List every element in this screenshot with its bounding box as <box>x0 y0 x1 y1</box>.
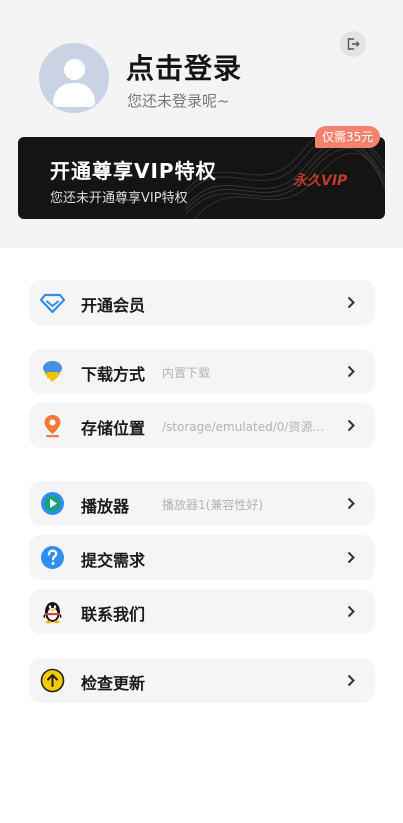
menu-label: 提交需求 <box>81 551 146 570</box>
menu-hint: 播放器1(兼容性好) <box>162 498 263 512</box>
vip-banner[interactable]: 开通尊享VIP特权 您还未开通尊享VIP特权 永久VIP <box>18 137 385 219</box>
menu-label: 联系我们 <box>81 605 146 624</box>
menu-item-contact[interactable]: 联系我们 <box>29 589 375 634</box>
question-icon <box>41 546 64 569</box>
menu-item-submit-request[interactable]: 提交需求 <box>29 535 375 580</box>
avatar-head-shape <box>64 59 85 80</box>
vip-subtitle: 您还未开通尊享VIP特权 <box>50 191 188 206</box>
chevron-right-icon <box>347 419 355 432</box>
menu-item-player[interactable]: 播放器 播放器1(兼容性好) <box>29 481 375 526</box>
login-subtitle: 您还未登录呢~ <box>127 92 230 110</box>
price-badge: 仅需35元 <box>315 126 381 148</box>
menu-label: 检查更新 <box>81 674 146 693</box>
logout-icon <box>347 38 360 50</box>
menu-item-check-update[interactable]: 检查更新 <box>29 658 375 703</box>
avatar[interactable] <box>39 43 109 113</box>
logout-button[interactable] <box>340 31 366 57</box>
menu-item-storage[interactable]: 存储位置 /storage/emulated/0/资源... <box>29 403 375 448</box>
menu-label: 存储位置 <box>81 419 146 438</box>
chevron-right-icon <box>347 365 355 378</box>
chevron-right-icon <box>347 497 355 510</box>
diamond-icon <box>40 293 65 314</box>
avatar-body-shape <box>53 83 95 107</box>
menu-item-download-mode[interactable]: 下载方式 内置下载 <box>29 349 375 394</box>
menu-label: 开通会员 <box>81 296 146 315</box>
menu-label: 播放器 <box>81 497 130 516</box>
qq-penguin-icon <box>43 602 62 624</box>
menu-item-vip[interactable]: 开通会员 <box>29 280 375 325</box>
menu-label: 下载方式 <box>81 365 146 384</box>
chevron-right-icon <box>347 296 355 309</box>
chevron-right-icon <box>347 674 355 687</box>
chevron-right-icon <box>347 605 355 618</box>
menu-hint: 内置下载 <box>162 366 211 380</box>
vip-logo: 永久VIP <box>293 173 348 189</box>
menu-hint: /storage/emulated/0/资源... <box>162 420 324 434</box>
vip-title: 开通尊享VIP特权 <box>50 159 217 183</box>
login-title[interactable]: 点击登录 <box>126 47 242 87</box>
play-icon <box>41 492 64 515</box>
location-pin-icon <box>44 415 61 438</box>
download-icon <box>43 361 62 382</box>
update-arrow-icon <box>40 668 65 693</box>
chevron-right-icon <box>347 551 355 564</box>
